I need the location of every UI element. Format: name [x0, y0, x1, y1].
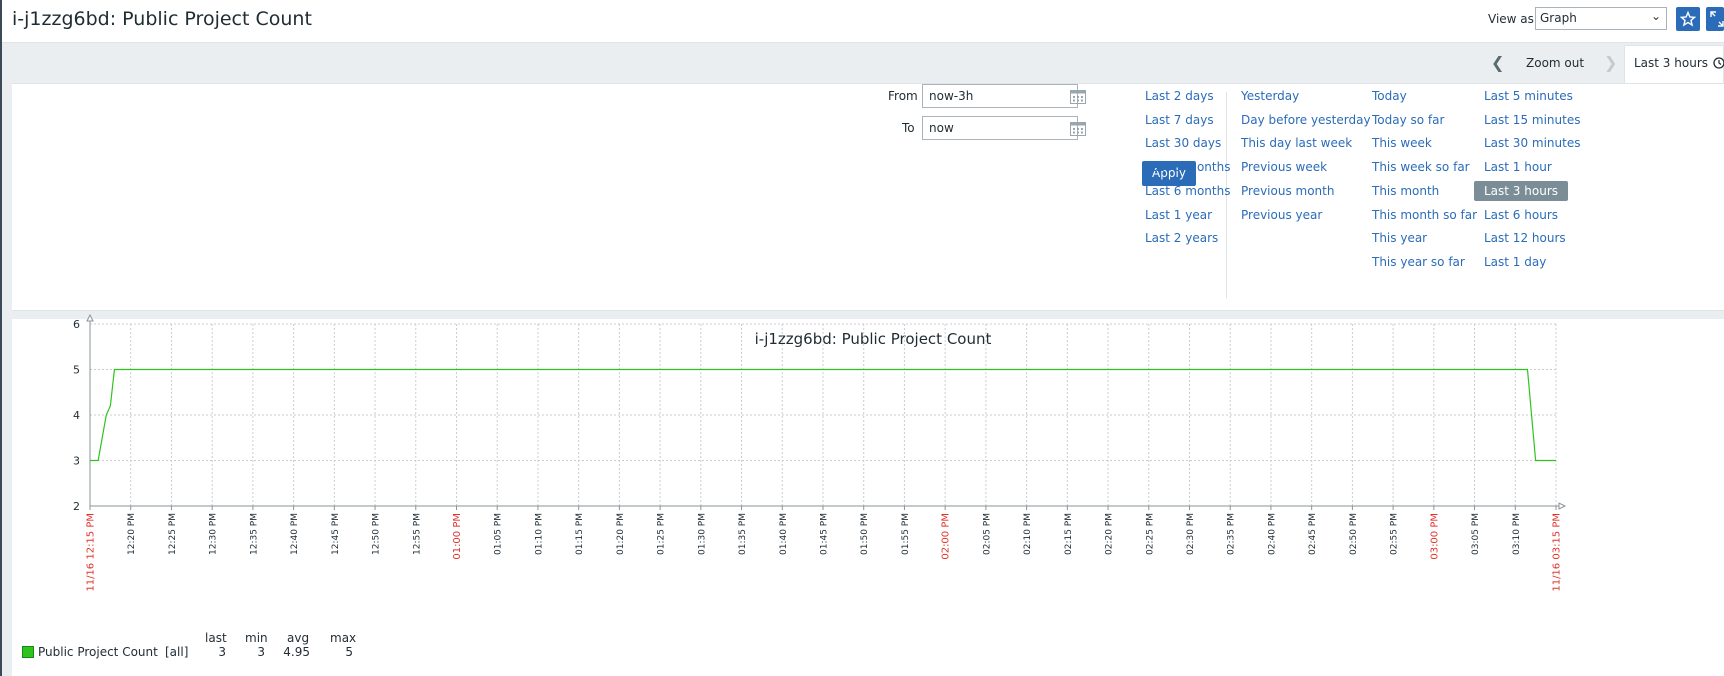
legend-value-last: 3 — [218, 645, 226, 659]
legend-value-avg: 4.95 — [283, 645, 310, 659]
x-tick-label: 02:20 PM — [1105, 513, 1115, 555]
x-tick-label: 12:50 PM — [372, 513, 382, 555]
x-tick-label: 01:05 PM — [494, 513, 504, 555]
x-tick-label: 01:00 PM — [452, 513, 463, 560]
y-tick-label: 2 — [73, 500, 80, 513]
x-tick-label: 01:10 PM — [534, 513, 544, 555]
x-tick-label: 02:10 PM — [1023, 513, 1033, 555]
x-tick-label: 02:40 PM — [1267, 513, 1277, 555]
legend-series-name: Public Project Count — [38, 645, 158, 659]
x-tick-label: 12:55 PM — [412, 513, 422, 555]
y-tick-label: 4 — [73, 409, 80, 422]
y-tick-label: 6 — [73, 318, 80, 331]
x-tick-label: 01:55 PM — [901, 513, 911, 555]
x-tick-label: 01:20 PM — [616, 513, 626, 555]
x-tick-label: 03:00 PM — [1429, 513, 1440, 560]
x-tick-label: 03:05 PM — [1471, 513, 1481, 555]
x-tick-label: 01:30 PM — [697, 513, 707, 555]
x-tick-label: 02:45 PM — [1308, 513, 1318, 555]
x-tick-label: 12:35 PM — [249, 513, 259, 555]
x-tick-label: 03:10 PM — [1512, 513, 1522, 555]
y-axis-arrow — [86, 313, 94, 322]
legend-value-min: 3 — [257, 645, 265, 659]
x-tick-label: 02:15 PM — [1064, 513, 1074, 555]
x-tick-label: 02:25 PM — [1145, 513, 1155, 555]
x-tick-label: 02:55 PM — [1390, 513, 1400, 555]
legend-value-max: 5 — [345, 645, 353, 659]
x-axis-arrow — [1558, 502, 1567, 510]
legend-header: max — [330, 631, 357, 645]
x-tick-label: 01:45 PM — [820, 513, 830, 555]
x-tick-label: 12:25 PM — [168, 513, 178, 555]
x-tick-label: 11/16 03:15 PM — [1552, 513, 1563, 592]
legend-swatch — [22, 646, 34, 658]
x-tick-label: 01:40 PM — [779, 513, 789, 555]
x-tick-label: 02:50 PM — [1349, 513, 1359, 555]
x-tick-label: 01:15 PM — [575, 513, 585, 555]
x-tick-label: 11/16 12:15 PM — [86, 513, 97, 592]
x-tick-label: 12:45 PM — [331, 513, 341, 555]
x-tick-label: 12:40 PM — [290, 513, 300, 555]
legend-func: [all] — [165, 645, 189, 659]
y-tick-label: 3 — [73, 455, 80, 468]
y-tick-label: 5 — [73, 364, 80, 377]
legend-header: avg — [287, 631, 310, 645]
x-tick-label: 02:05 PM — [982, 513, 992, 555]
x-tick-label: 12:30 PM — [209, 513, 219, 555]
x-tick-label: 02:30 PM — [1186, 513, 1196, 555]
legend-header: min — [245, 631, 268, 645]
x-tick-label: 02:35 PM — [1227, 513, 1237, 555]
x-tick-label: 01:50 PM — [860, 513, 870, 555]
legend-header: last — [205, 631, 227, 645]
x-tick-label: 02:00 PM — [941, 513, 952, 560]
x-tick-label: 12:20 PM — [127, 513, 137, 555]
line-chart: 2 3 4 5 6 11/16 12:15 PM 12:20 PM 12:25 PM 12:30… — [73, 313, 1567, 592]
x-tick-label: 01:25 PM — [657, 513, 667, 555]
x-tick-label: 01:35 PM — [738, 513, 748, 555]
